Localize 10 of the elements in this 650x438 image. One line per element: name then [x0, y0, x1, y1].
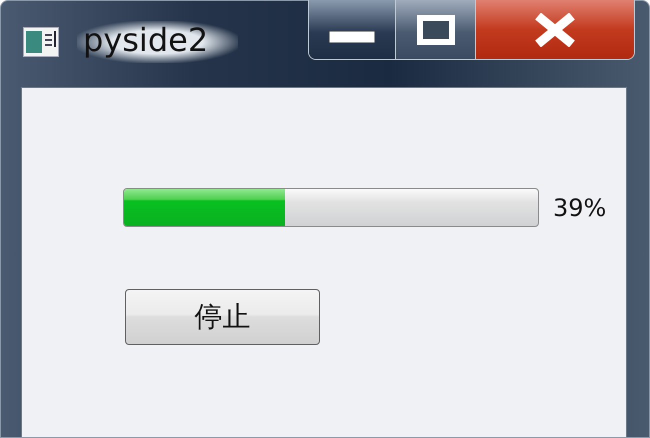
- close-button[interactable]: [476, 0, 634, 59]
- maximize-icon: [416, 14, 454, 44]
- progress-percent: 39%: [553, 194, 606, 222]
- window-title: pyside2: [77, 21, 238, 63]
- minimize-button[interactable]: [309, 0, 396, 59]
- stop-button[interactable]: 停止: [125, 289, 320, 345]
- maximize-button[interactable]: [396, 0, 476, 59]
- close-icon: [534, 12, 576, 46]
- app-icon: [23, 27, 59, 57]
- minimize-icon: [329, 31, 375, 43]
